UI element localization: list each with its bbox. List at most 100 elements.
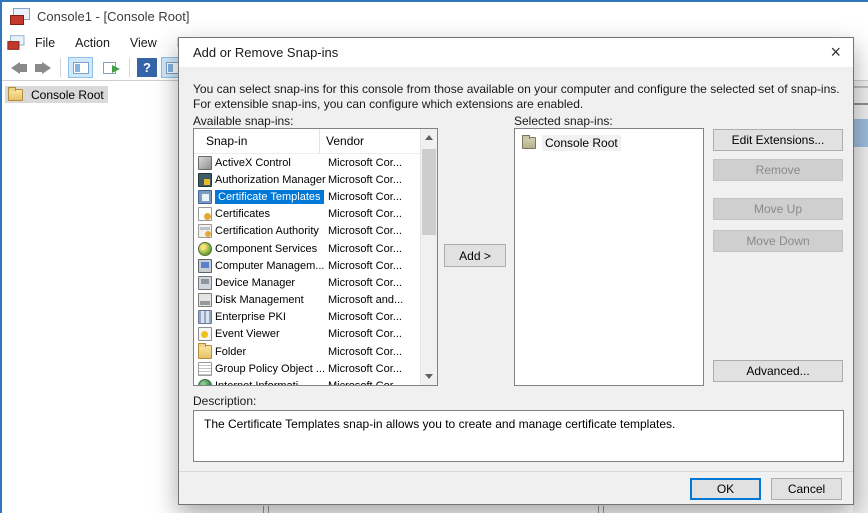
remove-button[interactable]: Remove xyxy=(713,159,843,181)
snapin-vendor: Microsoft Cor... xyxy=(328,225,402,237)
selected-snapins-label: Selected snap-ins: xyxy=(514,114,613,128)
snapin-name: Certificate Templates xyxy=(215,190,324,204)
description-box: The Certificate Templates snap-in allows… xyxy=(193,410,844,462)
export-list-icon xyxy=(103,62,116,74)
snapin-vendor: Microsoft Cor... xyxy=(328,328,402,340)
snapin-row[interactable]: ActiveX Control Microsoft Cor... xyxy=(194,154,420,171)
snapin-row-selected[interactable]: Certificate Templates Microsoft Cor... xyxy=(194,188,420,205)
advanced-button[interactable]: Advanced... xyxy=(713,360,843,382)
snapin-name: Computer Managem... xyxy=(215,260,324,272)
actions-pane-edge xyxy=(853,81,868,513)
snapin-row[interactable]: Enterprise PKI Microsoft Cor... xyxy=(194,309,420,326)
cancel-button[interactable]: Cancel xyxy=(771,478,842,500)
snapin-vendor: Microsoft Cor... xyxy=(328,191,402,203)
ok-button[interactable]: OK xyxy=(690,478,761,500)
snapin-row[interactable]: Internet Informati... Microsoft Cor... xyxy=(194,377,420,385)
snapin-name: Internet Informati... xyxy=(215,380,307,385)
dialog-footer-divider xyxy=(179,471,853,472)
help-button[interactable]: ? xyxy=(137,58,157,77)
snapin-name: ActiveX Control xyxy=(215,157,291,169)
move-down-button[interactable]: Move Down xyxy=(713,230,843,252)
snapin-row[interactable]: Group Policy Object ... Microsoft Cor... xyxy=(194,360,420,377)
column-divider-mark xyxy=(263,506,269,513)
computer-management-icon xyxy=(198,259,212,273)
activex-control-icon xyxy=(198,156,212,170)
snapin-name: Component Services xyxy=(215,243,317,255)
mmc-app-icon xyxy=(10,8,29,25)
snapin-vendor: Microsoft Cor... xyxy=(328,277,402,289)
selected-snapin-name: Console Root xyxy=(542,135,621,151)
scrollbar[interactable] xyxy=(420,129,437,385)
enterprise-pki-icon xyxy=(198,310,212,324)
scroll-up-icon[interactable] xyxy=(421,129,437,146)
description-text: The Certificate Templates snap-in allows… xyxy=(204,417,675,431)
component-services-icon xyxy=(198,242,212,256)
snapin-vendor: Microsoft Cor... xyxy=(328,260,402,272)
snapin-row[interactable]: Component Services Microsoft Cor... xyxy=(194,240,420,257)
pane-divider xyxy=(853,103,868,105)
snapin-vendor: Microsoft Cor... xyxy=(328,311,402,323)
available-snapins-list: Snap-in Vendor ActiveX Control Microsoft… xyxy=(193,128,438,386)
menu-action[interactable]: Action xyxy=(65,33,120,53)
scrollbar-thumb[interactable] xyxy=(422,149,436,235)
folder-icon xyxy=(198,345,212,359)
snapin-name: Event Viewer xyxy=(215,328,280,340)
snapin-name: Certificates xyxy=(215,208,270,220)
move-up-button[interactable]: Move Up xyxy=(713,198,843,220)
group-policy-object-icon xyxy=(198,362,212,376)
edit-extensions-button[interactable]: Edit Extensions... xyxy=(713,129,843,151)
list-header: Snap-in Vendor xyxy=(194,129,421,154)
export-list-button[interactable] xyxy=(97,57,122,78)
list-rows: ActiveX Control Microsoft Cor... Authori… xyxy=(194,154,420,385)
add-button[interactable]: Add > xyxy=(444,244,506,267)
device-manager-icon xyxy=(198,276,212,290)
certificates-icon xyxy=(198,207,212,221)
selected-snapin-row[interactable]: Console Root xyxy=(515,129,703,151)
snapin-vendor: Microsoft Cor... xyxy=(328,346,402,358)
snapin-name: Folder xyxy=(215,346,246,358)
menu-view[interactable]: View xyxy=(120,33,167,53)
snapin-vendor: Microsoft Cor... xyxy=(328,380,402,385)
dialog-title: Add or Remove Snap-ins xyxy=(193,45,338,60)
snapin-row[interactable]: Folder Microsoft Cor... xyxy=(194,343,420,360)
snapin-vendor: Microsoft and... xyxy=(328,294,403,306)
console-tree-icon xyxy=(73,62,89,74)
snapin-vendor: Microsoft Cor... xyxy=(328,157,402,169)
menu-file[interactable]: File xyxy=(25,33,65,53)
actions-pane-highlight xyxy=(853,119,868,147)
add-remove-snapins-dialog: Add or Remove Snap-ins × You can select … xyxy=(178,37,854,505)
forward-arrow-icon[interactable] xyxy=(35,62,51,74)
dialog-intro-text: You can select snap-ins for this console… xyxy=(193,82,841,112)
folder-icon xyxy=(8,89,23,101)
console-root-folder-icon xyxy=(522,137,536,149)
snapin-name: Disk Management xyxy=(215,294,304,306)
pane-divider xyxy=(853,86,868,88)
certificate-templates-icon xyxy=(198,190,212,204)
snapin-row[interactable]: Computer Managem... Microsoft Cor... xyxy=(194,257,420,274)
column-header-vendor[interactable]: Vendor xyxy=(319,129,421,153)
scroll-down-icon[interactable] xyxy=(421,368,437,385)
mmc-document-icon xyxy=(7,35,23,49)
back-arrow-icon[interactable] xyxy=(11,62,27,74)
snapin-row[interactable]: Certificates Microsoft Cor... xyxy=(194,206,420,223)
snapin-row[interactable]: Disk Management Microsoft and... xyxy=(194,292,420,309)
close-icon[interactable]: × xyxy=(830,40,841,64)
column-header-snapin[interactable]: Snap-in xyxy=(194,129,319,153)
snapin-name: Device Manager xyxy=(215,277,295,289)
selected-snapins-list: Console Root xyxy=(514,128,704,386)
tree-item-label: Console Root xyxy=(31,88,104,102)
available-snapins-label: Available snap-ins: xyxy=(193,114,294,128)
snapin-vendor: Microsoft Cor... xyxy=(328,174,402,186)
snapin-name: Enterprise PKI xyxy=(215,311,286,323)
certification-authority-icon xyxy=(198,224,212,238)
window-title: Console1 - [Console Root] xyxy=(37,9,189,24)
dialog-titlebar: Add or Remove Snap-ins × xyxy=(179,38,853,67)
snapin-row[interactable]: Event Viewer Microsoft Cor... xyxy=(194,326,420,343)
snapin-row[interactable]: Device Manager Microsoft Cor... xyxy=(194,274,420,291)
tree-item-console-root[interactable]: Console Root xyxy=(5,86,108,103)
snapin-row[interactable]: Certification Authority Microsoft Cor... xyxy=(194,223,420,240)
snapin-row[interactable]: Authorization Manager Microsoft Cor... xyxy=(194,171,420,188)
snapin-vendor: Microsoft Cor... xyxy=(328,208,402,220)
description-label: Description: xyxy=(193,394,256,408)
show-console-tree-button[interactable] xyxy=(68,57,93,78)
